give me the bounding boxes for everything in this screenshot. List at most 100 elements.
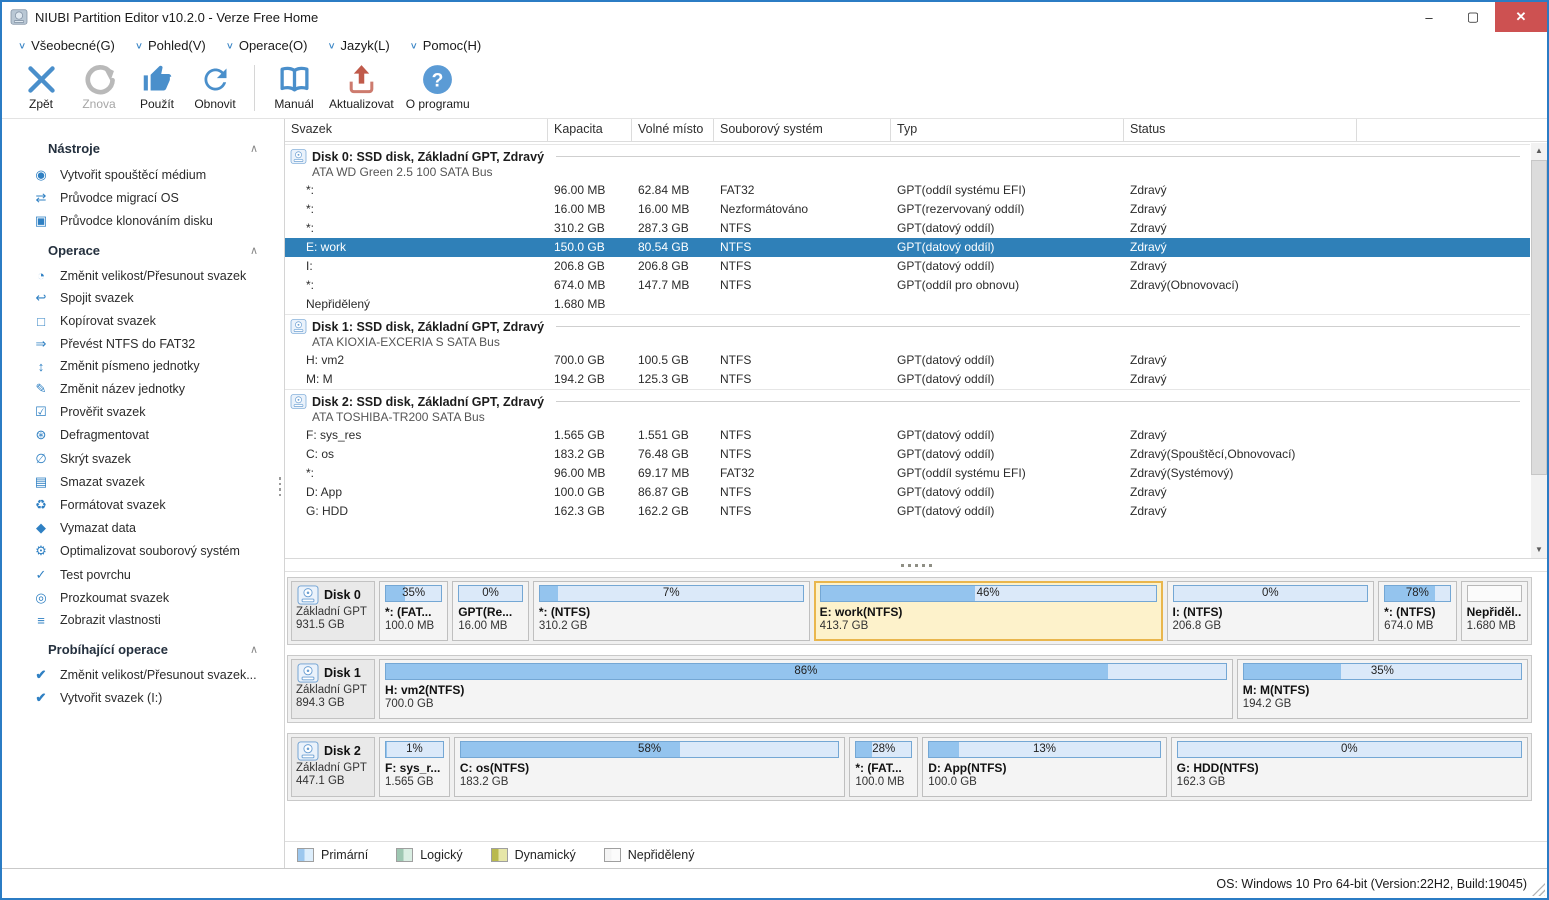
- column-header-Status[interactable]: Status: [1124, 119, 1357, 141]
- partition-block[interactable]: 78% *: (NTFS) 674.0 MB: [1378, 581, 1457, 641]
- partition-block[interactable]: Nepřiděl... 1.680 MB: [1460, 581, 1528, 641]
- sidebar-item-drive-letter[interactable]: ↕ Změnit písmeno jednotky: [2, 355, 284, 377]
- table-row[interactable]: *: 96.00 MB 62.84 MB FAT32 GPT(oddíl systému…: [285, 181, 1530, 200]
- table-scrollbar[interactable]: ▲ ▼: [1531, 143, 1547, 558]
- menu-item-jazyk[interactable]: ∨ Jazyk(L): [317, 35, 399, 56]
- disk-group-subtitle: ATA KIOXIA-EXCERIA S SATA Bus: [312, 335, 500, 349]
- scrollbar-thumb[interactable]: [1531, 160, 1547, 476]
- aktualizovat-button[interactable]: Aktualizovat: [323, 62, 400, 112]
- sidebar-item-delete[interactable]: ▤ Smazat svazek: [2, 470, 284, 493]
- disk-group-title: Disk 2: SSD disk, Základní GPT, Zdravý: [312, 394, 545, 409]
- table-row[interactable]: *: 96.00 MB 69.17 MB FAT32 GPT(oddíl systému…: [285, 464, 1530, 483]
- menu-item-vseobecne[interactable]: ∨ Všeobecné(G): [8, 35, 125, 56]
- sidebar-item-check[interactable]: ☑ Prověřit svazek: [2, 401, 284, 424]
- disk-panel-header[interactable]: Disk 1 Základní GPT 894.3 GB: [291, 659, 375, 719]
- disk-icon: [290, 319, 307, 334]
- partition-block[interactable]: 0% G: HDD(NTFS) 162.3 GB: [1170, 737, 1528, 797]
- sidebar-item-optimize[interactable]: ⚙ Optimalizovat souborový systém: [2, 540, 284, 563]
- sidebar-item-os-migration[interactable]: ⇄ Průvodce migrací OS: [2, 186, 284, 209]
- table-row-selected[interactable]: E: work 150.0 GB 80.54 GB NTFS GPT(datový od…: [285, 238, 1530, 257]
- usage-percent: 78%: [1405, 587, 1429, 599]
- group-rule: [556, 401, 1520, 402]
- column-header-blank[interactable]: [1357, 119, 1547, 141]
- scroll-up-arrow-icon[interactable]: ▲: [1531, 143, 1547, 159]
- sidebar-item-wipe[interactable]: ◆ Vymazat data: [2, 517, 284, 540]
- resize-grip[interactable]: [1532, 883, 1545, 896]
- table-row[interactable]: H: vm2 700.0 GB 100.5 GB NTFS GPT(datový odd…: [285, 351, 1530, 370]
- disk-group-title-row: Disk 2: SSD disk, Základní GPT, Zdravý: [290, 394, 1530, 409]
- partition-block[interactable]: 0% I: (NTFS) 206.8 GB: [1166, 581, 1375, 641]
- scroll-down-arrow-icon[interactable]: ▼: [1531, 542, 1547, 558]
- partition-block[interactable]: 0% GPT(Re... 16.00 MB: [452, 581, 529, 641]
- sidebar-item-properties[interactable]: ≡ Zobrazit vlastnosti: [2, 609, 284, 631]
- menu-item-pohled[interactable]: ∨ Pohled(V): [125, 35, 216, 56]
- cell: M: M: [306, 372, 333, 386]
- partition-block[interactable]: 35% *: (FAT... 100.0 MB: [379, 581, 449, 641]
- column-header-Volné místo[interactable]: Volné místo: [632, 119, 714, 141]
- sidebar-item-label: Průvodce migrací OS: [60, 190, 179, 205]
- table-row[interactable]: I: 206.8 GB 206.8 GB NTFS GPT(datový oddíl) Z…: [285, 257, 1530, 276]
- disk-panel-header[interactable]: Disk 2 Základní GPT 447.1 GB: [291, 737, 375, 797]
- sidebar-item-rename[interactable]: ✎ Změnit název jednotky: [2, 378, 284, 401]
- partition-block[interactable]: 28% *: (FAT... 100.0 MB: [849, 737, 919, 797]
- partition-block[interactable]: 58% C: os(NTFS) 183.2 GB: [453, 737, 846, 797]
- partition-block[interactable]: 13% D: App(NTFS) 100.0 GB: [922, 737, 1167, 797]
- chevron-down-icon: ∨: [134, 41, 143, 51]
- sidebar-item-format[interactable]: ♻ Formátovat svazek: [2, 493, 284, 516]
- partition-block[interactable]: 86% H: vm2(NTFS) 700.0 GB: [379, 659, 1233, 719]
- sidebar-item-pending-create[interactable]: ✔ Vytvořit svazek (I:): [2, 687, 284, 710]
- partition-label: *: (NTFS): [1384, 605, 1436, 619]
- partition-block[interactable]: 35% M: M(NTFS) 194.2 GB: [1236, 659, 1528, 719]
- table-row[interactable]: *: 674.0 MB 147.7 MB NTFS GPT(oddíl pro obno…: [285, 276, 1530, 295]
- table-row[interactable]: G: HDD 162.3 GB 162.2 GB NTFS GPT(datový odd…: [285, 502, 1530, 521]
- column-header-Typ[interactable]: Typ: [891, 119, 1124, 141]
- sidebar-splitter-handle[interactable]: [278, 477, 281, 496]
- sidebar-item-resize-move[interactable]: ◔ Změnit velikost/Přesunout svazek: [2, 265, 284, 287]
- sidebar-item-pending-resize[interactable]: ✔ Změnit velikost/Přesunout svazek...: [2, 664, 284, 687]
- close-button[interactable]: ✕: [1495, 2, 1547, 32]
- sidebar-item-merge[interactable]: ↩ Spojit svazek: [2, 287, 284, 310]
- table-row[interactable]: D: App 100.0 GB 86.87 GB NTFS GPT(datový odd…: [285, 483, 1530, 502]
- cell: 1.551 GB: [638, 428, 689, 442]
- section-header-probihajici-operace[interactable]: Probíhající operace ∧: [48, 642, 258, 657]
- table-row[interactable]: *: 16.00 MB 16.00 MB Nezformátováno GPT(reze…: [285, 200, 1530, 219]
- optimize-fs-icon: ⚙: [35, 543, 47, 559]
- minimize-button[interactable]: –: [1407, 2, 1451, 32]
- znova-button[interactable]: Znova: [70, 62, 128, 112]
- sidebar-item-hide[interactable]: ∅ Skrýt svazek: [2, 447, 284, 470]
- cell: [1357, 502, 1530, 521]
- obnovit-button[interactable]: Obnovit: [186, 62, 244, 112]
- table-row[interactable]: C: os 183.2 GB 76.48 GB NTFS GPT(datový oddí…: [285, 445, 1530, 464]
- horizontal-splitter[interactable]: [285, 559, 1547, 572]
- sidebar-item-boot-media[interactable]: ◉ Vytvořit spouštěcí médium: [2, 163, 284, 186]
- table-row[interactable]: F: sys_res 1.565 GB 1.551 GB NTFS GPT(datový…: [285, 426, 1530, 445]
- disk-panel-disk-2: Disk 2 Základní GPT 447.1 GB 1% F: sys_r... 1…: [287, 733, 1532, 801]
- column-header-Souborový systém[interactable]: Souborový systém: [714, 119, 891, 141]
- manual-button[interactable]: Manuál: [265, 62, 323, 112]
- menu-item-operace[interactable]: ∨ Operace(O): [216, 35, 318, 56]
- partition-block[interactable]: 1% F: sys_r... 1.565 GB: [379, 737, 450, 797]
- o-programu-button[interactable]: ? O programu: [400, 62, 476, 112]
- sidebar-item-surface-test[interactable]: ✓ Test povrchu: [2, 563, 284, 586]
- disk-panel-header[interactable]: Disk 0 Základní GPT 931.5 GB: [291, 581, 375, 641]
- sidebar-item-clone-disk[interactable]: ▣ Průvodce klonováním disku: [2, 209, 284, 232]
- zpet-button[interactable]: Zpět: [12, 62, 70, 112]
- column-header-Kapacita[interactable]: Kapacita: [548, 119, 632, 141]
- section-header-operace[interactable]: Operace ∧: [48, 243, 258, 258]
- maximize-button[interactable]: ▢: [1451, 2, 1495, 32]
- cell: 162.3 GB: [554, 504, 605, 518]
- pouzit-button[interactable]: Použít: [128, 62, 186, 112]
- cell: [1357, 445, 1530, 464]
- partition-block-selected[interactable]: 46% E: work(NTFS) 413.7 GB: [813, 581, 1163, 641]
- partition-block[interactable]: 7% *: (NTFS) 310.2 GB: [532, 581, 810, 641]
- sidebar-item-explore[interactable]: ◎ Prozkoumat svazek: [2, 586, 284, 609]
- sidebar-item-convert[interactable]: ⇒ Převést NTFS do FAT32: [2, 332, 284, 355]
- table-row[interactable]: *: 310.2 GB 287.3 GB NTFS GPT(datový oddíl) Z…: [285, 219, 1530, 238]
- sidebar-item-copy[interactable]: □ Kopírovat svazek: [2, 310, 284, 332]
- column-header-Svazek[interactable]: Svazek: [285, 119, 548, 141]
- table-row[interactable]: Nepřidělený 1.680 MB: [285, 295, 1530, 314]
- table-row[interactable]: M: M 194.2 GB 125.3 GB NTFS GPT(datový oddíl…: [285, 370, 1530, 389]
- section-header-nastroje[interactable]: Nástroje ∧: [48, 141, 258, 156]
- sidebar-item-defrag[interactable]: ⊛ Defragmentovat: [2, 424, 284, 447]
- menu-item-pomoc[interactable]: ∨ Pomoc(H): [400, 35, 492, 56]
